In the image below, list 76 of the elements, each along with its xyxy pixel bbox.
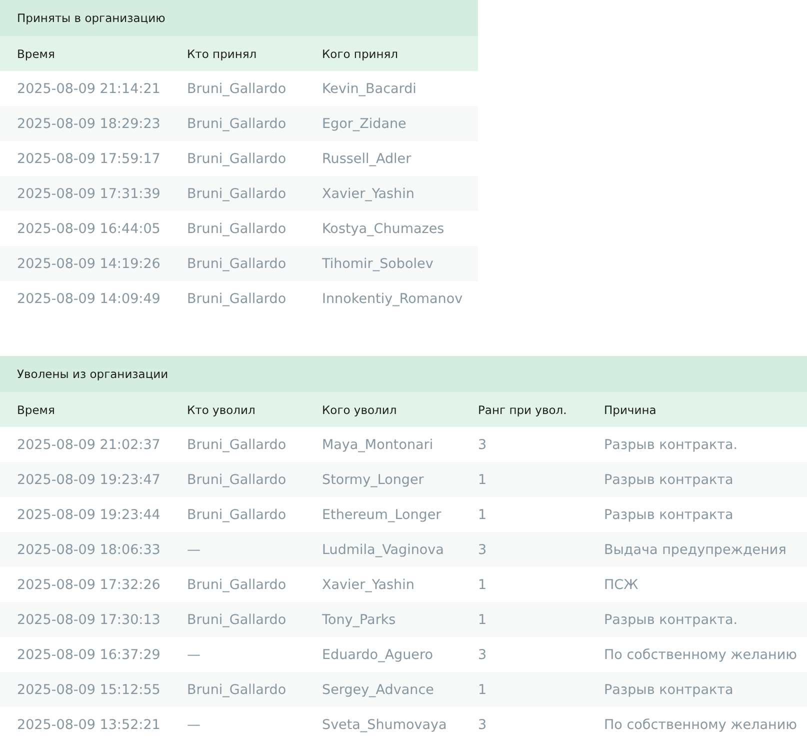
- table-cell: Разрыв контракта.: [587, 427, 807, 462]
- table-cell: ПСЖ: [587, 567, 807, 602]
- table-cell: 1: [461, 567, 587, 602]
- table-cell: Bruni_Gallardo: [170, 106, 305, 141]
- table-cell: Tony_Parks: [305, 602, 461, 637]
- table-cell: 3: [461, 427, 587, 462]
- table-cell: Egor_Zidane: [305, 106, 478, 141]
- table-cell: Sveta_Shumovaya: [305, 707, 461, 742]
- table-cell: 3: [461, 637, 587, 672]
- table-title: Приняты в организацию: [0, 0, 478, 36]
- table-cell: Eduardo_Aguero: [305, 637, 461, 672]
- table-cell: 2025-08-09 13:52:21: [0, 707, 170, 742]
- table-cell: Bruni_Gallardo: [170, 281, 305, 316]
- table-cell: Kostya_Chumazes: [305, 211, 478, 246]
- table-cell: Выдача предупреждения: [587, 532, 807, 567]
- table-cell: Bruni_Gallardo: [170, 141, 305, 176]
- table-cell: 2025-08-09 15:12:55: [0, 672, 170, 707]
- table-cell: 1: [461, 497, 587, 532]
- table-cell: Bruni_Gallardo: [170, 71, 305, 106]
- table-title: Уволены из организации: [0, 356, 807, 392]
- table-cell: Bruni_Gallardo: [170, 176, 305, 211]
- table-cell: Bruni_Gallardo: [170, 497, 305, 532]
- table-cell: По собственному желанию: [587, 637, 807, 672]
- table-cell: Bruni_Gallardo: [170, 462, 305, 497]
- table-cell: —: [170, 532, 305, 567]
- table-cell: 3: [461, 707, 587, 742]
- table-cell: Разрыв контракта: [587, 497, 807, 532]
- column-header: Кто уволил: [170, 392, 305, 427]
- table-cell: Разрыв контракта.: [587, 602, 807, 637]
- table-cell: 2025-08-09 19:23:47: [0, 462, 170, 497]
- table-cell: 2025-08-09 18:06:33: [0, 532, 170, 567]
- table-cell: 2025-08-09 17:31:39: [0, 176, 170, 211]
- table-cell: Ludmila_Vaginova: [305, 532, 461, 567]
- table-cell: Kevin_Bacardi: [305, 71, 478, 106]
- table-cell: Xavier_Yashin: [305, 567, 461, 602]
- table-cell: 2025-08-09 16:44:05: [0, 211, 170, 246]
- table-cell: Stormy_Longer: [305, 462, 461, 497]
- table-cell: 1: [461, 602, 587, 637]
- table-cell: 2025-08-09 17:59:17: [0, 141, 170, 176]
- table-cell: 2025-08-09 17:32:26: [0, 567, 170, 602]
- column-header: Ранг при увол.: [461, 392, 587, 427]
- column-header: Кого уволил: [305, 392, 461, 427]
- column-header: Кто принял: [170, 36, 305, 71]
- table-cell: Разрыв контракта: [587, 672, 807, 707]
- table-cell: Tihomir_Sobolev: [305, 246, 478, 281]
- table-cell: Bruni_Gallardo: [170, 211, 305, 246]
- column-header: Причина: [587, 392, 807, 427]
- table-cell: 2025-08-09 16:37:29: [0, 637, 170, 672]
- table-cell: Innokentiy_Romanov: [305, 281, 478, 316]
- table-cell: Ethereum_Longer: [305, 497, 461, 532]
- table-cell: Maya_Montonari: [305, 427, 461, 462]
- table-cell: Bruni_Gallardo: [170, 246, 305, 281]
- table-cell: —: [170, 637, 305, 672]
- table-cell: Xavier_Yashin: [305, 176, 478, 211]
- table-cell: Разрыв контракта: [587, 462, 807, 497]
- table-cell: 2025-08-09 18:29:23: [0, 106, 170, 141]
- column-header: Время: [0, 392, 170, 427]
- table-cell: 2025-08-09 19:23:44: [0, 497, 170, 532]
- table-cell: 2025-08-09 14:19:26: [0, 246, 170, 281]
- table-cell: 1: [461, 672, 587, 707]
- table-cell: Bruni_Gallardo: [170, 602, 305, 637]
- table-cell: 2025-08-09 21:02:37: [0, 427, 170, 462]
- table-cell: 3: [461, 532, 587, 567]
- table-cell: 1: [461, 462, 587, 497]
- table-cell: Russell_Adler: [305, 141, 478, 176]
- table-cell: 2025-08-09 17:30:13: [0, 602, 170, 637]
- table-cell: —: [170, 707, 305, 742]
- column-header: Кого принял: [305, 36, 478, 71]
- column-header: Время: [0, 36, 170, 71]
- table-cell: Bruni_Gallardo: [170, 672, 305, 707]
- table-cell: По собственному желанию: [587, 707, 807, 742]
- table-cell: Sergey_Advance: [305, 672, 461, 707]
- table-cell: Bruni_Gallardo: [170, 427, 305, 462]
- table-cell: 2025-08-09 14:09:49: [0, 281, 170, 316]
- table-cell: 2025-08-09 21:14:21: [0, 71, 170, 106]
- table-cell: Bruni_Gallardo: [170, 567, 305, 602]
